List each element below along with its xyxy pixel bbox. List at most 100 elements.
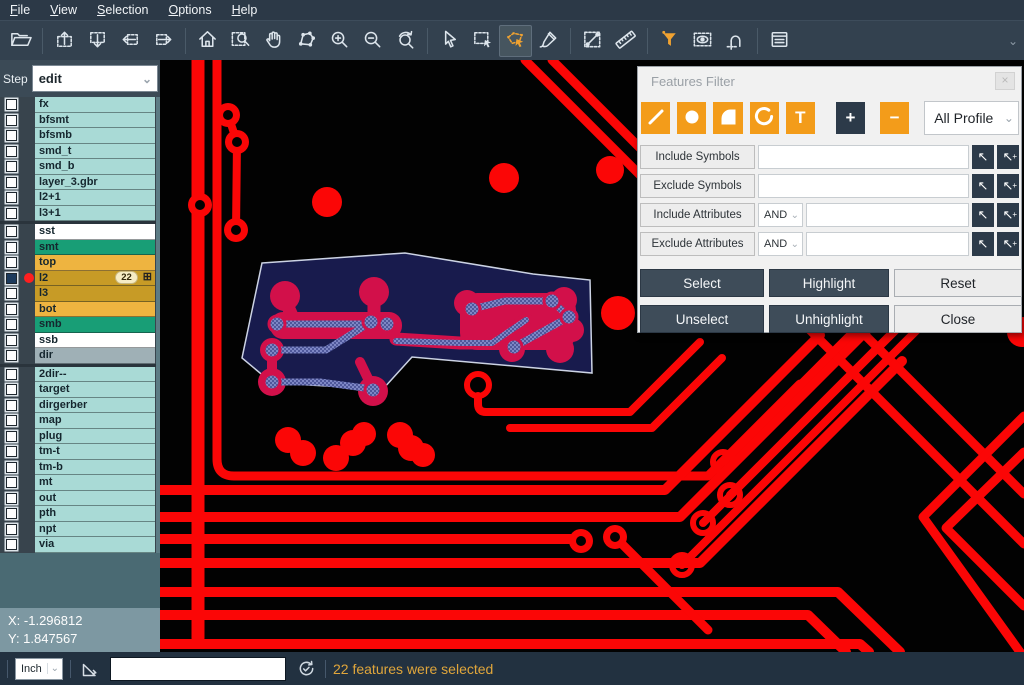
toolbar-overflow-chevron-icon[interactable]: ⌄: [1008, 34, 1018, 48]
include-attributes-input[interactable]: [806, 203, 969, 227]
layer-visibility-checkbox[interactable]: [6, 226, 17, 237]
layer-name-smd_t[interactable]: smd_t: [35, 144, 155, 160]
menu-item-help[interactable]: Help: [222, 0, 268, 20]
menu-item-options[interactable]: Options: [158, 0, 221, 20]
layer-visibility-checkbox[interactable]: [6, 493, 17, 504]
view-visibility-tool-button[interactable]: [686, 25, 719, 57]
active-layer-marker-cell[interactable]: [22, 206, 35, 222]
command-input[interactable]: [110, 657, 286, 681]
layer-name-smd_b[interactable]: smd_b: [35, 159, 155, 175]
active-layer-marker-cell[interactable]: [22, 113, 35, 129]
active-layer-marker-cell[interactable]: [22, 506, 35, 522]
layer-visibility-checkbox[interactable]: [6, 462, 17, 473]
step-selector[interactable]: edit ⌄: [32, 65, 158, 92]
zoom-in-tool-button[interactable]: [323, 25, 356, 57]
active-layer-marker-cell[interactable]: [22, 444, 35, 460]
layer-visibility-checkbox[interactable]: [6, 115, 17, 126]
layer-name-sst[interactable]: sst: [35, 224, 155, 240]
pick-add-from-canvas-button[interactable]: ↖+: [997, 145, 1019, 169]
active-layer-marker-cell[interactable]: [22, 522, 35, 538]
layer-visibility-checkbox[interactable]: [6, 415, 17, 426]
select-button[interactable]: Select: [640, 269, 764, 297]
active-layer-marker-cell[interactable]: [22, 224, 35, 240]
pick-add-from-canvas-button[interactable]: ↖+: [997, 203, 1019, 227]
view-shift-down-tool-button[interactable]: [81, 25, 114, 57]
active-layer-marker-cell[interactable]: [22, 317, 35, 333]
active-layer-marker-cell[interactable]: [22, 491, 35, 507]
close-button[interactable]: Close: [894, 305, 1022, 333]
layer-name-l2[interactable]: l222⊞: [35, 271, 155, 287]
active-layer-marker-cell[interactable]: [22, 460, 35, 476]
layer-visibility-checkbox[interactable]: [6, 335, 17, 346]
active-layer-marker-cell[interactable]: [22, 475, 35, 491]
layer-visibility-checkbox[interactable]: [6, 242, 17, 253]
select-cursor-tool-button[interactable]: [433, 25, 466, 57]
highlight-button[interactable]: Highlight: [769, 269, 889, 297]
layer-name-target[interactable]: target: [35, 382, 155, 398]
profile-select[interactable]: All Profile⌄: [924, 101, 1019, 135]
layer-visibility-checkbox[interactable]: [6, 208, 17, 219]
exclude-attributes-input[interactable]: [806, 232, 969, 256]
notes-panel-tool-button[interactable]: [763, 25, 796, 57]
active-layer-marker-cell[interactable]: [22, 190, 35, 206]
layer-visibility-checkbox[interactable]: [6, 524, 17, 535]
layer-visibility-checkbox[interactable]: [6, 177, 17, 188]
pick-add-from-canvas-button[interactable]: ↖+: [997, 232, 1019, 256]
layer-visibility-checkbox[interactable]: [6, 539, 17, 550]
active-layer-marker-cell[interactable]: [22, 144, 35, 160]
pick-from-canvas-button[interactable]: ↖: [972, 145, 994, 169]
layer-name-via[interactable]: via: [35, 537, 155, 553]
layer-name-pth[interactable]: pth: [35, 506, 155, 522]
view-shift-up-tool-button[interactable]: [48, 25, 81, 57]
active-layer-marker-cell[interactable]: [22, 255, 35, 271]
feature-arc-filter-button[interactable]: [750, 102, 779, 134]
home-view-tool-button[interactable]: [191, 25, 224, 57]
active-layer-marker-cell[interactable]: [22, 271, 35, 287]
active-layer-marker-cell[interactable]: [22, 97, 35, 113]
snap-mode-tool-button[interactable]: [719, 25, 752, 57]
layer-visibility-checkbox[interactable]: [6, 400, 17, 411]
close-icon[interactable]: ×: [995, 72, 1015, 90]
dialog-titlebar[interactable]: Features Filter ×: [638, 67, 1021, 95]
unhighlight-button[interactable]: Unhighlight: [769, 305, 889, 333]
layer-visibility-checkbox[interactable]: [6, 384, 17, 395]
layer-visibility-checkbox[interactable]: [6, 304, 17, 315]
include-attributes-button[interactable]: Include Attributes: [640, 203, 755, 227]
layer-name-top[interactable]: top: [35, 255, 155, 271]
layer-name-bfsmb[interactable]: bfsmb: [35, 128, 155, 144]
layer-visibility-checkbox[interactable]: [6, 146, 17, 157]
layer-name-map[interactable]: map: [35, 413, 155, 429]
layer-name-tm-t[interactable]: tm-t: [35, 444, 155, 460]
pick-add-from-canvas-button[interactable]: ↖+: [997, 174, 1019, 198]
layer-name-2dir--[interactable]: 2dir--: [35, 367, 155, 383]
active-layer-marker-cell[interactable]: [22, 537, 35, 553]
layer-visibility-checkbox[interactable]: [6, 477, 17, 488]
unit-select[interactable]: Inch ⌄: [15, 658, 63, 680]
layer-visibility-checkbox[interactable]: [6, 130, 17, 141]
angle-measure-icon[interactable]: [78, 659, 102, 679]
active-layer-marker-cell[interactable]: [22, 398, 35, 414]
measure-line-tool-button[interactable]: [576, 25, 609, 57]
measure-ruler-tool-button[interactable]: [609, 25, 642, 57]
layer-name-bfsmt[interactable]: bfsmt: [35, 113, 155, 129]
active-layer-marker-cell[interactable]: [22, 159, 35, 175]
zoom-window-tool-button[interactable]: [224, 25, 257, 57]
select-polygon-tool-button[interactable]: [499, 25, 532, 57]
zoom-polygon-tool-button[interactable]: [290, 25, 323, 57]
clear-brush-tool-button[interactable]: [532, 25, 565, 57]
layer-name-bot[interactable]: bot: [35, 302, 155, 318]
pan-hand-tool-button[interactable]: [257, 25, 290, 57]
layer-name-l2+1[interactable]: l2+1: [35, 190, 155, 206]
unselect-button[interactable]: Unselect: [640, 305, 764, 333]
active-layer-marker-cell[interactable]: [22, 333, 35, 349]
menu-item-selection[interactable]: Selection: [87, 0, 158, 20]
layer-visibility-checkbox[interactable]: [6, 350, 17, 361]
layer-visibility-checkbox[interactable]: [6, 192, 17, 203]
exclude-symbols-button[interactable]: Exclude Symbols: [640, 174, 755, 198]
layer-visibility-checkbox[interactable]: [6, 161, 17, 172]
menu-item-file[interactable]: File: [0, 0, 40, 20]
select-rectangle-tool-button[interactable]: [466, 25, 499, 57]
layer-name-fx[interactable]: fx: [35, 97, 155, 113]
menu-item-view[interactable]: View: [40, 0, 87, 20]
view-shift-left-tool-button[interactable]: [114, 25, 147, 57]
